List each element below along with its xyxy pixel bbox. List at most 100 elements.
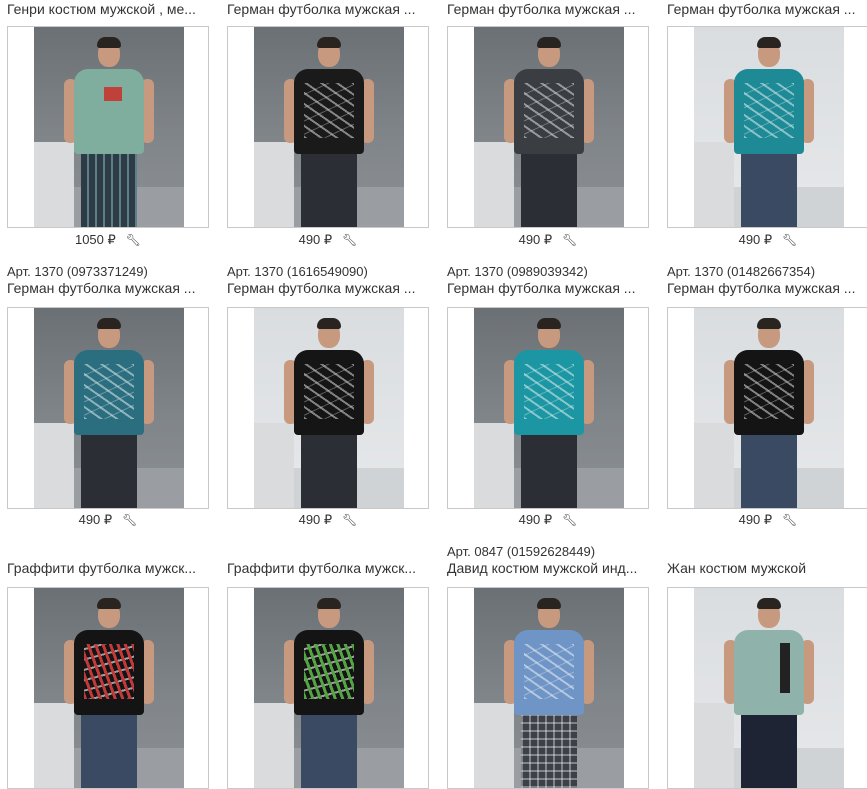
product-price: 490 ₽ xyxy=(78,512,113,527)
product-image[interactable] xyxy=(227,587,429,789)
shirt-print xyxy=(304,644,354,699)
model-photo xyxy=(474,588,624,788)
photo-prop xyxy=(474,423,514,508)
model-hair xyxy=(537,598,561,609)
model-photo xyxy=(34,308,184,508)
model-pants xyxy=(521,713,577,788)
wrench-icon[interactable]: 🔧︎ xyxy=(562,513,577,527)
product-title[interactable]: Герман футболка мужская ... xyxy=(227,1,432,17)
photo-prop xyxy=(474,703,514,788)
product-title[interactable]: Герман футболка мужская ... xyxy=(227,280,432,296)
model-hair xyxy=(97,37,121,48)
product-title[interactable]: Герман футболка мужская ... xyxy=(447,1,652,17)
product-article: Арт. 0847 (01592628449) xyxy=(447,544,596,559)
product-image[interactable] xyxy=(7,26,209,228)
price-row: 1050 ₽ 🔧︎ xyxy=(7,232,209,248)
model-pants xyxy=(81,433,137,508)
price-row: 490 ₽ 🔧︎ xyxy=(227,512,429,528)
product-price: 490 ₽ xyxy=(738,232,773,247)
product-image[interactable] xyxy=(667,307,867,509)
shirt-print xyxy=(524,83,574,138)
model-shirt xyxy=(734,630,804,715)
photo-prop xyxy=(694,142,734,227)
wrench-icon[interactable]: 🔧︎ xyxy=(562,233,577,247)
model-photo xyxy=(694,588,844,788)
model-photo xyxy=(694,308,844,508)
shirt-print xyxy=(84,644,134,699)
model-hair xyxy=(537,37,561,48)
product-price: 490 ₽ xyxy=(518,232,553,247)
shirt-print xyxy=(304,364,354,419)
shirt-print xyxy=(104,87,122,101)
photo-prop xyxy=(474,142,514,227)
shirt-print xyxy=(744,364,794,419)
photo-prop xyxy=(34,703,74,788)
product-title[interactable]: Герман футболка мужская ... xyxy=(667,1,867,17)
wrench-icon[interactable]: 🔧︎ xyxy=(782,513,797,527)
product-image[interactable] xyxy=(227,26,429,228)
product-price: 490 ₽ xyxy=(518,512,553,527)
product-article: Арт. 1370 (0989039342) xyxy=(447,264,588,279)
model-pants xyxy=(741,433,797,508)
product-title[interactable]: Герман футболка мужская ... xyxy=(447,280,652,296)
model-pants xyxy=(741,152,797,227)
photo-prop xyxy=(694,423,734,508)
product-price: 1050 ₽ xyxy=(74,232,116,247)
shirt-print xyxy=(524,644,574,699)
model-pants xyxy=(81,713,137,788)
product-image[interactable] xyxy=(447,26,649,228)
product-title[interactable]: Граффити футболка мужск... xyxy=(7,560,212,576)
model-photo xyxy=(254,588,404,788)
wrench-icon[interactable]: 🔧︎ xyxy=(122,513,137,527)
product-price: 490 ₽ xyxy=(298,232,333,247)
photo-prop xyxy=(694,703,734,788)
model-hair xyxy=(537,318,561,329)
price-row: 490 ₽ 🔧︎ xyxy=(667,232,867,248)
model-pants xyxy=(81,152,137,227)
product-image[interactable] xyxy=(667,26,867,228)
wrench-icon[interactable]: 🔧︎ xyxy=(342,513,357,527)
model-hair xyxy=(317,318,341,329)
product-price: 490 ₽ xyxy=(738,512,773,527)
product-title[interactable]: Граффити футболка мужск... xyxy=(227,560,432,576)
shirt-print xyxy=(744,83,794,138)
model-pants xyxy=(521,433,577,508)
product-title[interactable]: Жан костюм мужской xyxy=(667,560,867,576)
model-pants xyxy=(301,713,357,788)
product-image[interactable] xyxy=(667,587,867,789)
photo-prop xyxy=(34,142,74,227)
shirt-print xyxy=(84,364,134,419)
price-row: 490 ₽ 🔧︎ xyxy=(667,512,867,528)
product-image[interactable] xyxy=(7,587,209,789)
product-article: Арт. 1370 (1616549090) xyxy=(227,264,368,279)
product-image[interactable] xyxy=(227,307,429,509)
price-row: 490 ₽ 🔧︎ xyxy=(7,512,209,528)
product-image[interactable] xyxy=(447,587,649,789)
model-photo xyxy=(694,27,844,227)
product-title[interactable]: Герман футболка мужская ... xyxy=(7,280,212,296)
wrench-icon[interactable]: 🔧︎ xyxy=(126,233,141,247)
product-title[interactable]: Генри костюм мужской , ме... xyxy=(7,1,212,17)
product-title[interactable]: Давид костюм мужской инд... xyxy=(447,560,652,576)
product-image[interactable] xyxy=(447,307,649,509)
product-image[interactable] xyxy=(7,307,209,509)
product-price: 490 ₽ xyxy=(298,512,333,527)
model-hair xyxy=(757,598,781,609)
model-hair xyxy=(317,37,341,48)
model-pants xyxy=(301,433,357,508)
model-photo xyxy=(474,308,624,508)
model-pants xyxy=(521,152,577,227)
shirt-print xyxy=(524,364,574,419)
model-hair xyxy=(757,318,781,329)
photo-prop xyxy=(254,142,294,227)
photo-prop xyxy=(34,423,74,508)
wrench-icon[interactable]: 🔧︎ xyxy=(782,233,797,247)
model-pants xyxy=(301,152,357,227)
product-article: Арт. 1370 (01482667354) xyxy=(667,264,816,279)
model-pants xyxy=(741,713,797,788)
wrench-icon[interactable]: 🔧︎ xyxy=(342,233,357,247)
price-row: 490 ₽ 🔧︎ xyxy=(227,232,429,248)
product-title[interactable]: Герман футболка мужская ... xyxy=(667,280,867,296)
model-photo xyxy=(254,308,404,508)
model-photo xyxy=(474,27,624,227)
